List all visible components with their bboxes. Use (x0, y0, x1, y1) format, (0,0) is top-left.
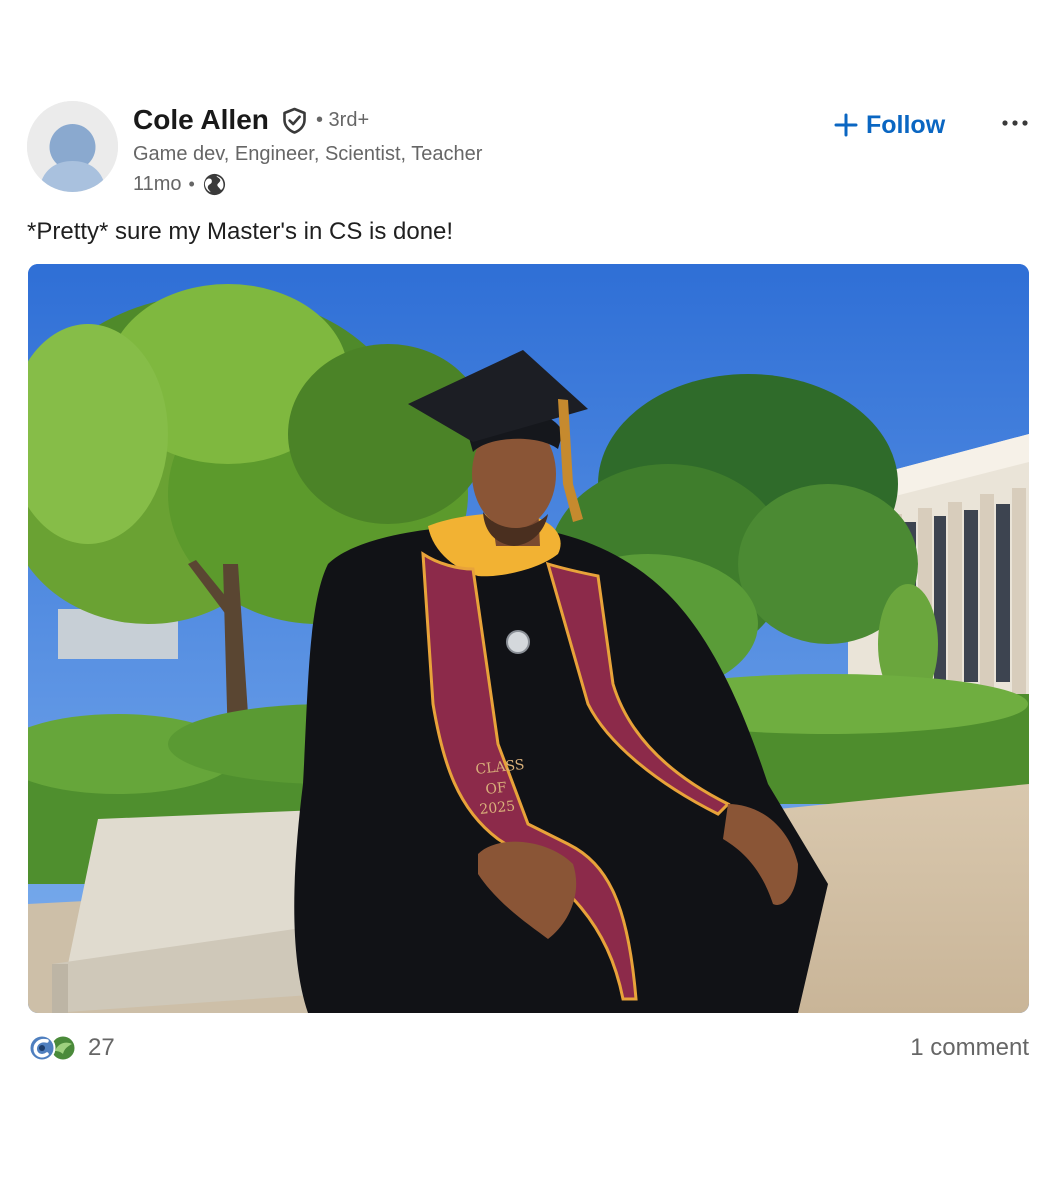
default-avatar-icon (27, 101, 118, 192)
post-time: 11mo (133, 172, 182, 195)
comments-count-link[interactable]: 1 comment (910, 1034, 1029, 1062)
connection-degree: • 3rd+ (316, 109, 370, 131)
post-photo[interactable]: CLASS OF 2025 (28, 264, 1029, 1013)
more-options-icon[interactable] (998, 108, 1032, 138)
post-text: *Pretty* sure my Master's in CS is done! (27, 218, 454, 245)
globe-icon (203, 173, 225, 195)
verified-shield-icon (283, 107, 306, 134)
reactions-summary[interactable]: 27 (28, 1032, 115, 1064)
avatar[interactable] (27, 101, 118, 192)
follow-label: Follow (866, 110, 946, 139)
author-headline: Game dev, Engineer, Scientist, Teacher (133, 143, 483, 165)
svg-text:OF: OF (485, 780, 508, 798)
graduation-photo: CLASS OF 2025 (28, 264, 1029, 1013)
author-name[interactable]: Cole Allen (133, 104, 269, 136)
meta-separator: • (188, 173, 195, 194)
reaction-icons (28, 1033, 80, 1063)
follow-button[interactable]: Follow (834, 106, 945, 144)
post-meta: 11mo • (133, 171, 227, 197)
celebrate-icon (28, 1034, 56, 1062)
plus-icon (834, 113, 858, 137)
reaction-count: 27 (88, 1034, 115, 1061)
feed-post: Cole Allen • 3rd+ Game dev, Engineer, Sc… (0, 0, 1050, 1200)
